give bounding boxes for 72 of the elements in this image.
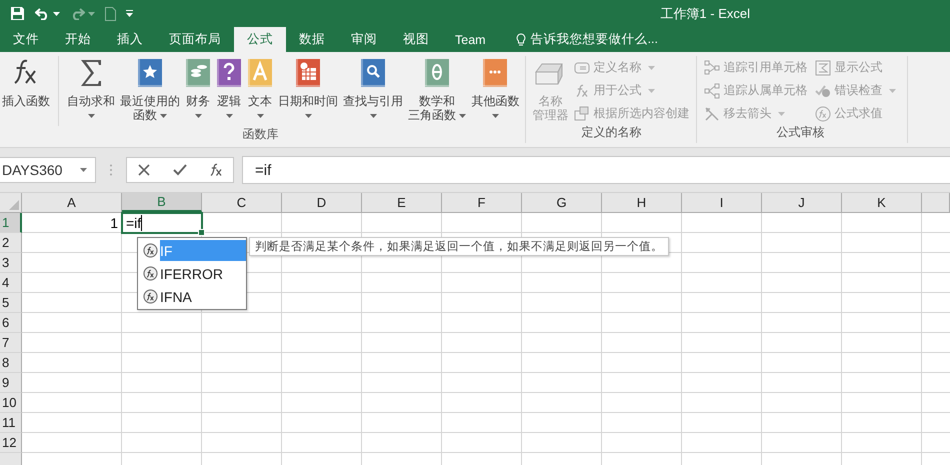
column-header[interactable]: I xyxy=(682,193,762,212)
formula-sheet-icon xyxy=(815,60,832,76)
ribbon-tab[interactable]: 公式 xyxy=(234,27,286,52)
ribbon-button[interactable]: 数学和 三角函数 xyxy=(406,56,468,122)
coins-book-icon xyxy=(185,56,211,90)
cancel-icon[interactable] xyxy=(138,164,150,176)
ribbon-tab[interactable]: 开始 xyxy=(52,27,104,52)
column-header[interactable]: B xyxy=(122,193,202,212)
cell-value: 1 xyxy=(110,215,118,231)
lightbulb-icon xyxy=(516,32,526,46)
ribbon-tab[interactable]: 审阅 xyxy=(338,27,390,52)
question-book-icon xyxy=(216,56,242,90)
ribbon-tab[interactable]: 数据 xyxy=(286,27,338,52)
function-suggestion[interactable]: IFNA xyxy=(138,285,246,308)
insert-function-icon[interactable] xyxy=(210,163,222,177)
ribbon-tab[interactable]: 视图 xyxy=(390,27,442,52)
customize-icon[interactable] xyxy=(126,10,133,17)
formula-input[interactable]: =if xyxy=(242,156,950,184)
caret-icon xyxy=(88,12,95,16)
magnifier-book-icon xyxy=(360,56,386,90)
row-header[interactable]: 1 xyxy=(0,213,22,233)
name-tag-icon xyxy=(574,60,590,76)
ribbon-button[interactable]: 日期和时间 xyxy=(276,56,340,122)
ribbon-button[interactable]: 其他函数 xyxy=(469,56,522,122)
ribbon-button[interactable]: 自动求和 xyxy=(65,56,117,122)
function-icon xyxy=(143,266,158,281)
remove-arrows-icon xyxy=(704,106,720,122)
ribbon-tab[interactable]: Team xyxy=(442,27,499,52)
column-header[interactable]: K xyxy=(842,193,922,212)
column-header[interactable]: H xyxy=(602,193,682,212)
column-header[interactable]: C xyxy=(202,193,282,212)
function-icon xyxy=(143,243,158,258)
trace-arrows-icon xyxy=(704,82,720,98)
calendar-book-icon xyxy=(295,56,321,90)
ribbon-tab[interactable]: 插入 xyxy=(104,27,156,52)
ribbon-tab[interactable]: 文件 xyxy=(0,27,52,52)
caret-icon xyxy=(80,168,87,172)
undo-icon[interactable] xyxy=(35,7,50,20)
column-header[interactable]: E xyxy=(362,193,442,212)
ribbon-tab[interactable]: 页面布局 xyxy=(156,27,234,52)
ribbon-button[interactable]: 最近使用的 函数 xyxy=(118,56,182,122)
function-tooltip: 判断是否满足某个条件，如果满足返回一个值，如果不满足则返回另一个值。 xyxy=(249,237,669,256)
tell-me-field[interactable]: 告诉我您想要做什么... xyxy=(530,31,658,48)
ribbon-button[interactable]: 文本 xyxy=(245,56,275,122)
ribbon-button[interactable]: 查找与引用 xyxy=(341,56,405,122)
trace-arrows-icon xyxy=(704,60,720,76)
group-label: 函数库 xyxy=(242,126,279,143)
evaluate-icon xyxy=(815,106,832,122)
name-box[interactable]: DAYS360 xyxy=(0,157,96,183)
column-header[interactable]: D xyxy=(282,193,362,212)
ellipsis-book-icon xyxy=(482,56,508,90)
function-suggestion[interactable]: IFERROR xyxy=(138,262,246,285)
column-header[interactable]: G xyxy=(522,193,602,212)
ribbon-button[interactable]: 插入函数 xyxy=(0,56,52,108)
window-title: 工作簿1 - Excel xyxy=(660,4,750,22)
theta-book-icon xyxy=(424,56,450,90)
letter-book-icon xyxy=(247,56,273,90)
caret-icon xyxy=(53,12,60,16)
function-icon xyxy=(143,289,158,304)
ribbon-button[interactable]: 逻辑 xyxy=(214,56,244,122)
ribbon-button[interactable]: 财务 xyxy=(183,56,213,122)
save-icon[interactable] xyxy=(10,6,25,21)
table-icon xyxy=(574,106,590,122)
group-label: 定义的名称 xyxy=(581,124,642,141)
error-check-icon xyxy=(815,82,832,98)
function-icon xyxy=(574,82,590,98)
active-cell[interactable]: =if xyxy=(121,212,203,234)
star-book-icon xyxy=(137,56,163,90)
column-header[interactable]: J xyxy=(762,193,842,212)
check-icon[interactable] xyxy=(172,164,187,176)
column-header[interactable]: F xyxy=(442,193,522,212)
group-label: 公式审核 xyxy=(776,124,824,141)
